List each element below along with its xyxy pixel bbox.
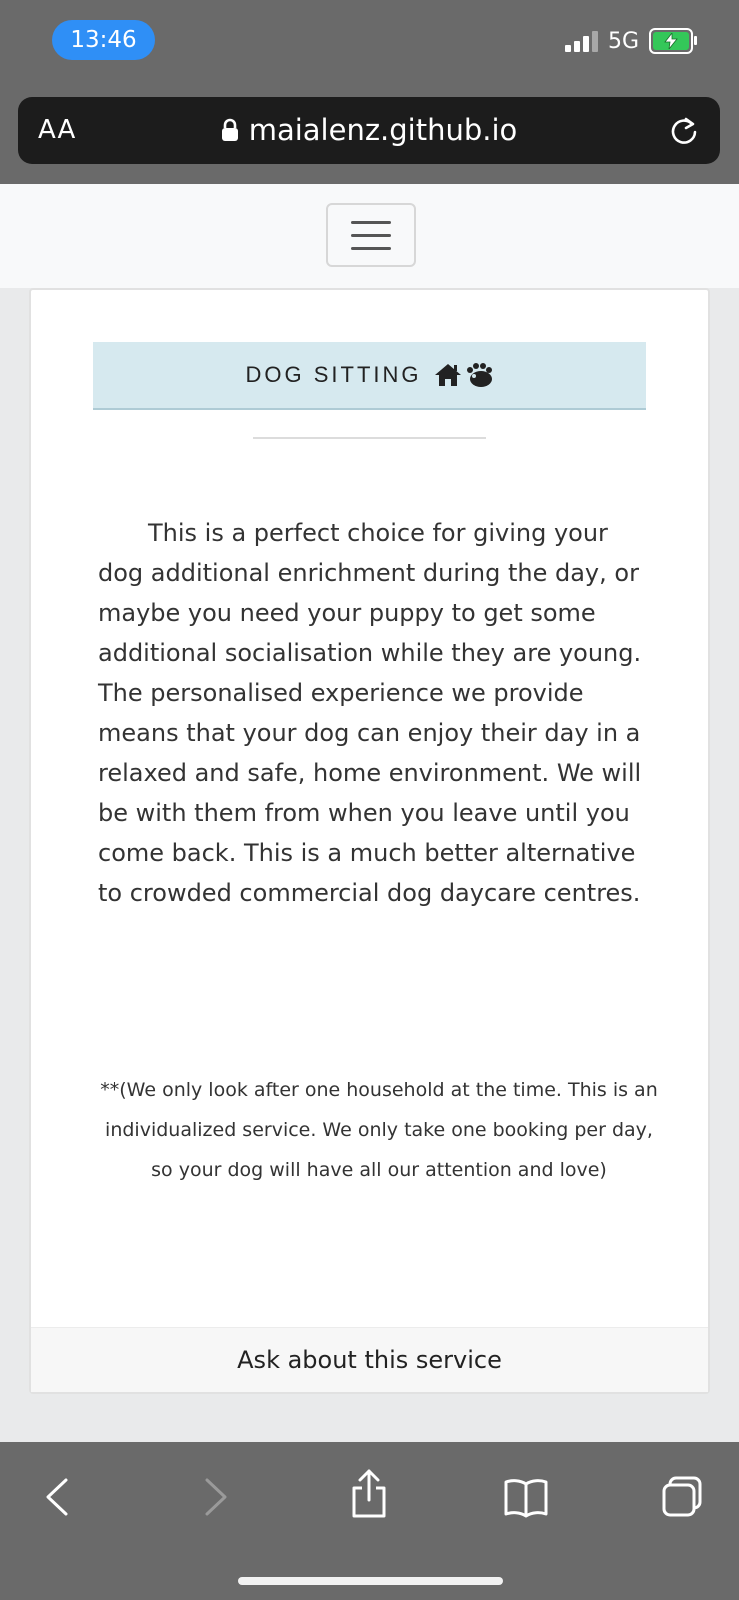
top-chrome: 13:46 5G AA maialenz.github.io <box>0 0 739 184</box>
divider <box>253 437 486 439</box>
lock-icon <box>221 118 238 141</box>
status-time[interactable]: 13:46 <box>52 20 155 60</box>
tabs-icon[interactable] <box>660 1472 706 1522</box>
address-bar[interactable]: AA maialenz.github.io <box>18 97 720 164</box>
card-title: DOG SITTING <box>245 362 422 387</box>
url-display[interactable]: maialenz.github.io <box>18 113 720 147</box>
service-note: **(We only look after one household at t… <box>100 1079 658 1181</box>
back-icon[interactable] <box>40 1472 76 1522</box>
browser-toolbar <box>0 1442 739 1600</box>
house-icon <box>434 364 461 386</box>
battery-charging-icon <box>649 28 697 54</box>
share-icon[interactable] <box>348 1468 390 1520</box>
signal-bars-icon <box>564 30 598 52</box>
service-description: This is a perfect choice for giving your… <box>98 519 642 907</box>
status-icons: 5G <box>564 28 697 54</box>
home-indicator[interactable] <box>238 1577 503 1585</box>
site-navbar <box>0 184 739 288</box>
forward-icon[interactable] <box>197 1472 233 1522</box>
network-label: 5G <box>607 28 639 54</box>
hamburger-menu-icon[interactable] <box>326 203 416 267</box>
ask-about-service-link[interactable]: Ask about this service <box>31 1327 708 1392</box>
dog-paw-icon <box>466 363 492 387</box>
reload-icon[interactable] <box>668 115 700 147</box>
service-card: DOG SITTING This is a perfect choice for… <box>29 288 710 1394</box>
bookmarks-icon[interactable] <box>502 1472 550 1522</box>
url-text: maialenz.github.io <box>248 113 518 147</box>
card-header: DOG SITTING <box>93 342 646 410</box>
